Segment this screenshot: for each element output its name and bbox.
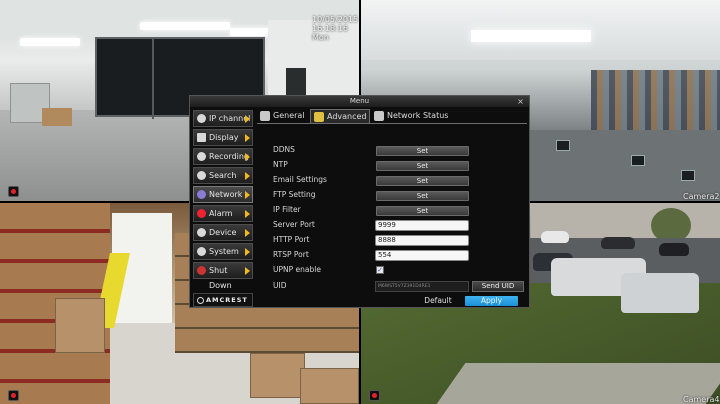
ip-filter-label: IP Filter bbox=[273, 205, 301, 214]
network-status-icon bbox=[374, 111, 384, 121]
display-icon bbox=[197, 133, 206, 142]
upnp-checkbox[interactable]: ✓ bbox=[376, 266, 384, 274]
box-stack bbox=[250, 353, 305, 398]
sidebar-item-label: Shut Down bbox=[209, 266, 232, 290]
chevron-right-icon bbox=[245, 267, 250, 275]
record-indicator-icon bbox=[8, 390, 19, 401]
http-port-label: HTTP Port bbox=[273, 235, 310, 244]
brand-icon bbox=[197, 297, 204, 304]
sidebar-item-shut-down[interactable]: Shut Down bbox=[193, 262, 253, 290]
advanced-icon bbox=[314, 112, 324, 122]
sidebar-item-ip-channel[interactable]: IP channel bbox=[193, 110, 253, 127]
settings-menu-window: Menu × IP channel Display Recording Sear… bbox=[189, 95, 530, 308]
timestamp: 10/05/2015 16:18:16 Mon bbox=[312, 15, 359, 42]
tab-general[interactable]: General bbox=[257, 109, 309, 123]
dvr-screen: 10/05/2015 16:18:16 Mon Camera2 Camera4 … bbox=[0, 0, 720, 404]
http-port-input[interactable]: 8888 bbox=[375, 235, 469, 246]
close-icon[interactable]: × bbox=[516, 97, 525, 106]
upnp-enable-label: UPNP enable bbox=[273, 265, 321, 274]
sidebar-item-alarm[interactable]: Alarm bbox=[193, 205, 253, 222]
camera-4-label: Camera4 bbox=[683, 395, 720, 404]
system-icon bbox=[197, 247, 206, 256]
chevron-right-icon bbox=[245, 248, 250, 256]
record-indicator-icon bbox=[8, 186, 19, 197]
ddns-label: DDNS bbox=[273, 145, 295, 154]
alarm-icon bbox=[197, 209, 206, 218]
car bbox=[621, 273, 699, 313]
sidebar-item-system[interactable]: System bbox=[193, 243, 253, 260]
device-icon bbox=[197, 228, 206, 237]
server-port-input[interactable]: 9999 bbox=[375, 220, 469, 231]
general-icon bbox=[260, 111, 270, 121]
uid-label: UID bbox=[273, 281, 287, 290]
menu-title: Menu bbox=[349, 97, 370, 105]
sidebar-item-recording[interactable]: Recording bbox=[193, 148, 253, 165]
sidebar-item-display[interactable]: Display bbox=[193, 129, 253, 146]
ntp-label: NTP bbox=[273, 160, 288, 169]
email-set-button[interactable]: Set bbox=[376, 176, 469, 186]
ip-channel-icon bbox=[197, 114, 206, 123]
sidebar-item-label: Network bbox=[209, 190, 243, 199]
ceiling-light bbox=[471, 30, 591, 42]
sidebar-item-network[interactable]: Network bbox=[193, 186, 253, 203]
box bbox=[42, 108, 72, 126]
apply-button[interactable]: Apply bbox=[465, 296, 518, 306]
monitor bbox=[681, 170, 695, 181]
car bbox=[541, 231, 569, 243]
camera-2-label: Camera2 bbox=[683, 192, 720, 201]
send-uid-button[interactable]: Send UID bbox=[472, 281, 524, 292]
rtsp-port-label: RTSP Port bbox=[273, 250, 309, 259]
rtsp-port-input[interactable]: 554 bbox=[375, 250, 469, 261]
menu-tabs: General Advanced Network Status bbox=[257, 109, 527, 123]
monitor bbox=[631, 155, 645, 166]
ddns-set-button[interactable]: Set bbox=[376, 146, 469, 156]
car bbox=[601, 237, 635, 249]
chevron-right-icon bbox=[245, 172, 250, 180]
sidebar-item-label: Alarm bbox=[209, 209, 233, 218]
power-icon bbox=[197, 266, 206, 275]
ftp-set-button[interactable]: Set bbox=[376, 191, 469, 201]
email-settings-label: Email Settings bbox=[273, 175, 327, 184]
tab-divider bbox=[257, 123, 527, 124]
menu-sidebar: IP channel Display Recording Search Netw bbox=[193, 110, 253, 307]
ceiling-light bbox=[20, 38, 80, 46]
menu-title-bar: Menu × bbox=[190, 96, 529, 107]
box-stack bbox=[55, 298, 105, 353]
sidewalk bbox=[436, 363, 720, 404]
monitor bbox=[556, 140, 570, 151]
chevron-right-icon bbox=[245, 210, 250, 218]
sidebar-item-label: Device bbox=[209, 228, 237, 237]
sidebar-item-device[interactable]: Device bbox=[193, 224, 253, 241]
default-button[interactable]: Default bbox=[412, 296, 464, 306]
car bbox=[659, 243, 689, 256]
ip-filter-set-button[interactable]: Set bbox=[376, 206, 469, 216]
ftp-setting-label: FTP Setting bbox=[273, 190, 316, 199]
chevron-right-icon bbox=[245, 191, 250, 199]
sidebar-item-label: Search bbox=[209, 171, 237, 180]
server-port-label: Server Port bbox=[273, 220, 315, 229]
sidebar-item-search[interactable]: Search bbox=[193, 167, 253, 184]
chevron-right-icon bbox=[245, 115, 250, 123]
sidebar-item-label: Recording bbox=[209, 152, 250, 161]
record-indicator-icon bbox=[369, 390, 380, 401]
network-icon bbox=[197, 190, 206, 199]
tab-advanced[interactable]: Advanced bbox=[310, 109, 370, 123]
brand-logo: AMCREST bbox=[193, 293, 253, 307]
uid-value: M6WST5V7Z391D4RE1 bbox=[375, 281, 469, 292]
box-stack bbox=[300, 368, 359, 404]
ceiling-light bbox=[140, 22, 230, 30]
chevron-right-icon bbox=[245, 153, 250, 161]
ntp-set-button[interactable]: Set bbox=[376, 161, 469, 171]
recording-icon bbox=[197, 152, 206, 161]
sidebar-item-label: Display bbox=[209, 133, 239, 142]
chevron-right-icon bbox=[245, 229, 250, 237]
sidebar-item-label: System bbox=[209, 247, 239, 256]
tab-network-status[interactable]: Network Status bbox=[371, 109, 461, 123]
search-icon bbox=[197, 171, 206, 180]
chevron-right-icon bbox=[245, 134, 250, 142]
